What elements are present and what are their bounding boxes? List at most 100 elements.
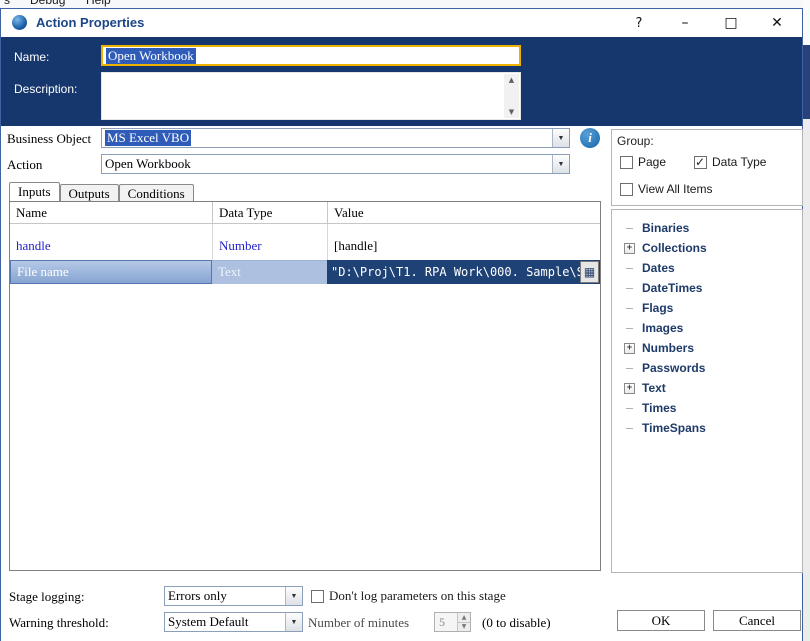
tree-item-label: Images [642,321,684,335]
scroll-down-icon[interactable]: ▼ [509,108,514,116]
data-type-checkbox-label: Data Type [712,155,767,169]
tree-expander-icon[interactable] [624,423,635,434]
cell-data-type[interactable]: Number [212,224,327,260]
expand-plus-icon[interactable]: + [624,382,635,394]
expand-plus-icon[interactable]: + [624,342,635,354]
spinner-buttons: ▲ ▼ [457,613,470,631]
page-checkbox-label: Page [638,155,667,169]
data-type-checkbox[interactable]: Data Type [694,155,766,169]
chevron-down-icon[interactable]: ▼ [552,155,569,173]
minutes-spinner[interactable]: 5 ▲ ▼ [434,612,471,632]
tree-expander-icon[interactable] [624,223,635,234]
tree-item-label: Binaries [642,221,690,235]
tree-expander-icon[interactable] [624,283,635,294]
tree-item-label: TimeSpans [642,421,706,435]
stage-logging-value: Errors only [168,588,227,603]
value-text: "D:\Proj\T1. RPA Work\000. Sample\S [331,265,584,279]
help-button[interactable]: ? [616,9,662,37]
info-icon[interactable]: i [580,128,600,148]
tree-item-label: Times [642,401,677,415]
dont-log-checkbox[interactable]: Don't log parameters on this stage [311,588,506,604]
column-header-name[interactable]: Name [10,202,212,223]
checkbox-icon[interactable] [311,589,324,603]
group-panel: Group: Page Data Type View All Items [611,129,803,206]
background-menu-item[interactable]: s [4,0,10,7]
close-button[interactable]: ✕ [754,9,800,37]
chevron-down-icon[interactable]: ▼ [552,129,569,147]
cell-data-type[interactable]: Text [212,260,327,284]
warning-threshold-dropdown[interactable]: System Default ▼ [164,612,303,632]
tab-conditions[interactable]: Conditions [118,184,194,201]
maximize-button[interactable]: □ [708,9,754,37]
checkbox-checked-icon[interactable] [694,155,707,169]
tree-item-label: Passwords [642,361,706,375]
tree-item-label: Text [642,381,666,395]
tab-outputs[interactable]: Outputs [59,184,119,201]
app-icon [12,15,27,30]
name-input-selected-text: Open Workbook [106,47,196,64]
tree-item-binaries[interactable]: Binaries [612,218,802,238]
business-object-dropdown[interactable]: MS Excel VBO ▼ [101,128,570,148]
cancel-button[interactable]: Cancel [713,610,801,631]
tree-item-label: Dates [642,261,675,275]
disable-hint: (0 to disable) [482,615,551,630]
name-input[interactable]: Open Workbook [101,45,521,66]
dont-log-label: Don't log parameters on this stage [329,588,506,603]
spin-down-icon[interactable]: ▼ [458,622,470,631]
table-row-selected[interactable]: File name Text "D:\Proj\T1. RPA Work\000… [10,260,600,284]
tree-expander-icon[interactable] [624,363,635,374]
chevron-down-icon[interactable]: ▼ [285,587,302,605]
background-menu-item-debug[interactable]: Debug [30,0,65,7]
table-row[interactable]: handle Number [handle] [10,224,600,260]
description-textarea[interactable]: ▲ ▼ [101,72,521,120]
tree-item-passwords[interactable]: Passwords [612,358,802,378]
tree-item-collections[interactable]: + Collections [612,238,802,258]
tree-expander-icon[interactable] [624,403,635,414]
description-label: Description: [14,82,78,96]
tree-expander-icon[interactable] [624,323,635,334]
tree-item-label: Flags [642,301,674,315]
column-header-data-type[interactable]: Data Type [212,202,327,223]
tree-item-flags[interactable]: Flags [612,298,802,318]
column-header-value[interactable]: Value [327,202,600,223]
checkbox-icon[interactable] [620,182,633,196]
expand-plus-icon[interactable]: + [624,242,635,254]
tree-expander-icon[interactable] [624,303,635,314]
checkbox-icon[interactable] [620,155,633,169]
number-of-minutes-label: Number of minutes [308,615,410,630]
background-window-edge [803,0,810,45]
page-checkbox[interactable]: Page [620,155,666,169]
warning-threshold-value: System Default [168,614,249,629]
view-all-items-checkbox[interactable]: View All Items [620,182,712,196]
scroll-up-icon[interactable]: ▲ [509,76,514,84]
dialog-header: Name: Open Workbook Description: ▲ ▼ [1,37,802,126]
minimize-button[interactable]: – [662,9,708,37]
cell-value[interactable]: "D:\Proj\T1. RPA Work\000. Sample\S ▦ [327,260,600,284]
cell-name[interactable]: File name [10,260,212,284]
tree-item-datetimes[interactable]: DateTimes [612,278,802,298]
background-window-blue-panel [803,45,810,119]
cell-value[interactable]: [handle] [327,224,600,260]
screen: s Debug Help Action Properties ? – □ ✕ N… [0,0,810,641]
ok-button[interactable]: OK [617,610,705,631]
tree-expander-icon[interactable] [624,263,635,274]
action-properties-dialog: Action Properties ? – □ ✕ Name: Open Wor… [0,8,803,641]
stage-logging-dropdown[interactable]: Errors only ▼ [164,586,303,606]
tree-item-dates[interactable]: Dates [612,258,802,278]
spin-up-icon[interactable]: ▲ [458,613,470,623]
action-dropdown[interactable]: Open Workbook ▼ [101,154,570,174]
chevron-down-icon[interactable]: ▼ [285,613,302,631]
expression-editor-button[interactable]: ▦ [580,261,599,283]
tree-item-text[interactable]: + Text [612,378,802,398]
tree-item-images[interactable]: Images [612,318,802,338]
tree-item-times[interactable]: Times [612,398,802,418]
tree-item-timespans[interactable]: TimeSpans [612,418,802,438]
description-scrollbar[interactable]: ▲ ▼ [504,74,519,118]
business-object-value: MS Excel VBO [105,130,192,146]
action-label: Action [7,157,43,172]
titlebar[interactable]: Action Properties ? – □ ✕ [1,9,802,37]
cell-name[interactable]: handle [10,224,212,260]
background-menu-item-help[interactable]: Help [86,0,111,7]
tree-item-numbers[interactable]: + Numbers [612,338,802,358]
tab-inputs[interactable]: Inputs [9,182,60,201]
